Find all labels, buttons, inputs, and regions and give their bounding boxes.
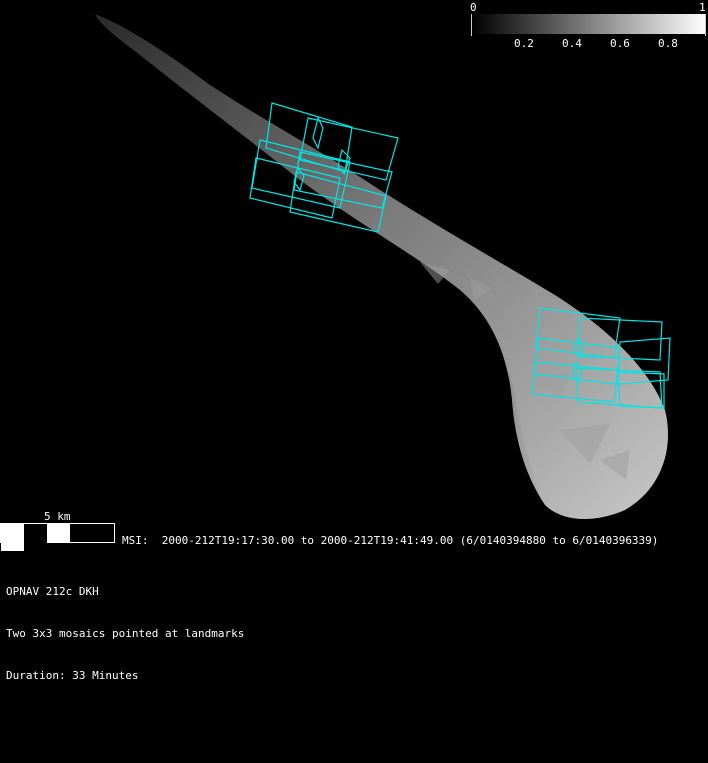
msi-time-range: MSI: 2000-212T19:17:30.00 to 2000-212T19… xyxy=(122,534,659,547)
colorbar-tick-label: 0.2 xyxy=(514,37,534,50)
colorbar-gradient xyxy=(472,14,706,34)
scale-bar-label: 5 km xyxy=(44,510,71,523)
info-duration: Duration: 33 Minutes xyxy=(6,669,139,682)
scale-bar: 5 km xyxy=(0,510,120,551)
colorbar-tick-label: 0.6 xyxy=(610,37,630,50)
colorbar-tick-label: 0.8 xyxy=(658,37,678,50)
info-block: OPNAV 212c DKH Two 3x3 mosaics pointed a… xyxy=(6,557,244,697)
scale-bar-checker xyxy=(0,523,115,551)
colorbar-min-label: 0 xyxy=(470,1,477,14)
info-description: Two 3x3 mosaics pointed at landmarks xyxy=(6,627,245,640)
colorbar-tick-label: 0.4 xyxy=(562,37,582,50)
colorbar: 0 1 0.2 0.4 0.6 0.8 xyxy=(470,0,708,60)
info-title: OPNAV 212c DKH xyxy=(6,585,99,598)
colorbar-max-label: 1 xyxy=(699,1,706,14)
